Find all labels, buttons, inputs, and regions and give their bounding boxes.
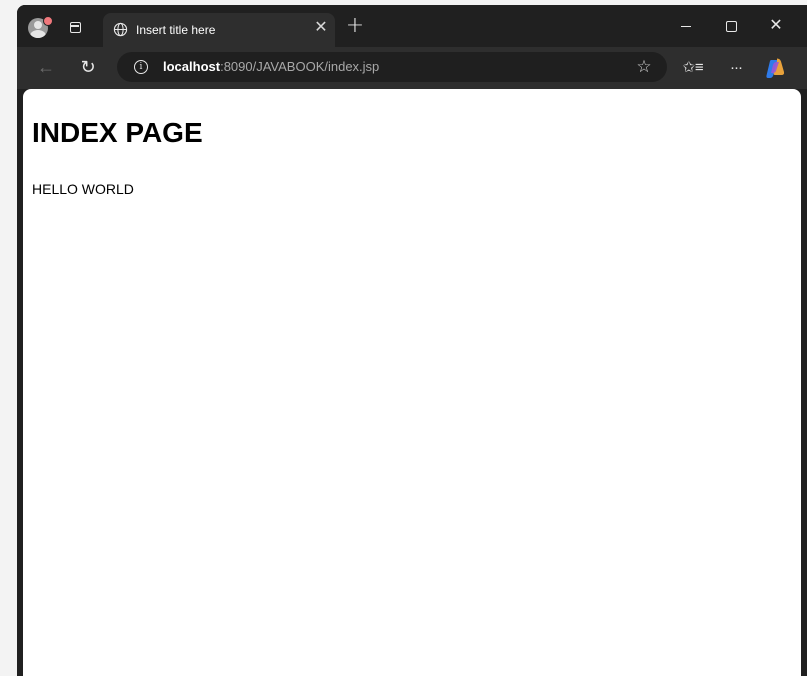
more-icon[interactable]: ··· xyxy=(725,57,747,79)
tab-active[interactable]: Insert title here ✕ xyxy=(103,13,335,47)
page-text: HELLO WORLD xyxy=(32,181,134,197)
tab-title: Insert title here xyxy=(136,23,216,37)
url-path: :8090/JAVABOOK/index.jsp xyxy=(220,59,380,74)
url-host: localhost xyxy=(163,59,221,74)
browser-window: Insert title here ✕ + ✕ ← ↻ i localhost:… xyxy=(17,5,807,676)
page-heading: INDEX PAGE xyxy=(32,117,203,148)
page-viewport: INDEX PAGE HELLO WORLD xyxy=(23,89,801,676)
close-window-button[interactable]: ✕ xyxy=(761,15,791,37)
maximize-button[interactable] xyxy=(716,15,746,37)
avatar-head xyxy=(34,21,42,29)
address-url[interactable]: localhost:8090/JAVABOOK/index.jsp xyxy=(163,59,379,75)
copilot-icon[interactable] xyxy=(764,57,786,79)
minimize-button[interactable] xyxy=(671,15,701,37)
info-icon[interactable]: i xyxy=(134,60,148,74)
tab-close-icon[interactable]: ✕ xyxy=(313,20,329,36)
star-icon[interactable]: ☆ xyxy=(634,57,654,77)
avatar-shoulders xyxy=(30,30,46,38)
profile-notification-badge xyxy=(43,16,53,26)
minimize-icon xyxy=(681,26,691,27)
maximize-icon xyxy=(726,21,737,32)
tab-strip: Insert title here ✕ + ✕ xyxy=(17,5,807,47)
address-bar[interactable]: i localhost:8090/JAVABOOK/index.jsp ☆ xyxy=(117,52,667,82)
favorites-icon[interactable]: ✩≡ xyxy=(682,57,704,79)
workspaces-icon[interactable] xyxy=(70,22,81,33)
back-arrow-icon[interactable]: ← xyxy=(35,56,57,78)
globe-icon xyxy=(113,22,128,37)
new-tab-button[interactable]: + xyxy=(345,15,365,37)
reload-icon[interactable]: ↻ xyxy=(77,56,99,78)
navigation-toolbar: ← ↻ i localhost:8090/JAVABOOK/index.jsp … xyxy=(17,47,807,89)
